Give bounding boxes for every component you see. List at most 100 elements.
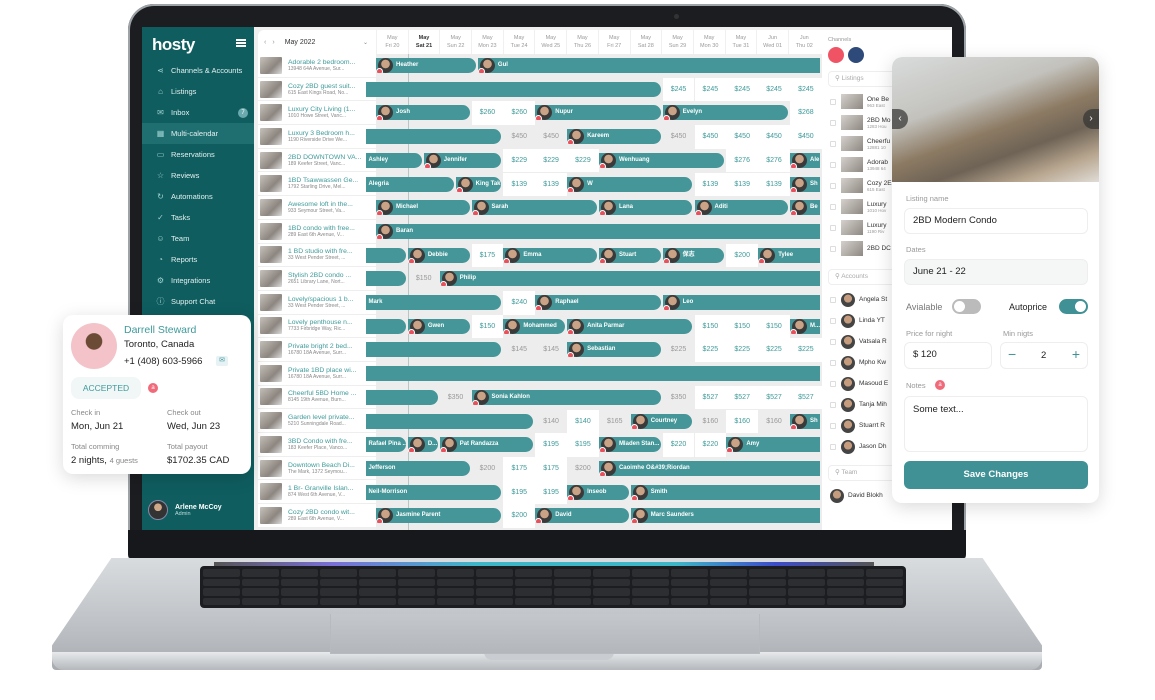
reservation-bar[interactable]: Jefferson bbox=[366, 460, 470, 476]
price-cell[interactable]: $139 bbox=[503, 172, 536, 197]
listing-row[interactable]: Garden level private... 5210 Sunningdale … bbox=[258, 409, 376, 433]
dates-input[interactable]: June 21 - 22 bbox=[904, 259, 1088, 285]
price-cell[interactable]: $140 bbox=[567, 409, 599, 434]
minus-icon[interactable]: − bbox=[1008, 346, 1016, 362]
sidebar-item-tasks[interactable]: ✓ Tasks bbox=[142, 207, 254, 228]
price-cell[interactable]: $160 bbox=[695, 410, 727, 434]
next-photo-icon[interactable]: › bbox=[1083, 109, 1099, 129]
price-cell[interactable]: $527 bbox=[726, 385, 759, 410]
date-column-header[interactable]: May Wed 25 bbox=[534, 30, 566, 54]
price-cell[interactable]: $150 bbox=[408, 267, 440, 291]
listing-row[interactable]: Adorable 2 bedroom... 13948 64A Avenue, S… bbox=[258, 54, 376, 78]
listing-row[interactable]: Cozy 2BD condo wit... 289 East 6th Avenue… bbox=[258, 504, 376, 528]
price-cell[interactable]: $160 bbox=[758, 410, 790, 434]
listing-row[interactable]: 3BD Condo with fre... 183 Keefer Place, V… bbox=[258, 433, 376, 457]
price-cell[interactable]: $139 bbox=[694, 172, 727, 197]
price-cell[interactable]: $200 bbox=[567, 457, 599, 481]
checkbox[interactable] bbox=[830, 380, 836, 387]
date-column-header[interactable]: Jun Wed 01 bbox=[756, 30, 788, 54]
reservation-bar[interactable]: Philip bbox=[439, 271, 820, 287]
listing-row[interactable]: Lovely/spacious 1 b... 33 West Pender Str… bbox=[258, 290, 376, 315]
date-column-header[interactable]: May Mon 23 bbox=[471, 30, 503, 54]
available-toggle[interactable] bbox=[952, 299, 981, 314]
listing-row[interactable]: Luxury 3 Bedroom h... 1190 Riverside Driv… bbox=[258, 125, 376, 149]
price-cell[interactable]: $260 bbox=[503, 101, 536, 126]
reservation-bar[interactable]: M... bbox=[790, 318, 820, 334]
reservation-bar[interactable]: Josh bbox=[376, 105, 470, 121]
price-cell[interactable]: $245 bbox=[694, 77, 727, 102]
reservation-bar[interactable]: Wenhuang bbox=[598, 152, 725, 168]
menu-icon[interactable] bbox=[236, 39, 246, 47]
reservation-bar[interactable] bbox=[366, 129, 502, 145]
sidebar-item-automations[interactable]: ↻ Automations bbox=[142, 186, 254, 207]
date-column-header[interactable]: May Fri 20 bbox=[376, 30, 408, 54]
price-cell[interactable]: $245 bbox=[726, 77, 759, 102]
price-cell[interactable]: $140 bbox=[535, 410, 567, 434]
price-cell[interactable]: $139 bbox=[726, 172, 759, 197]
reservation-bar[interactable] bbox=[366, 366, 820, 382]
price-cell[interactable]: $195 bbox=[503, 480, 536, 505]
price-cell[interactable]: $200 bbox=[503, 504, 536, 528]
listing-row[interactable]: Downtown Beach Di... The Mark, 1372 Seymo… bbox=[258, 456, 376, 481]
price-cell[interactable]: $240 bbox=[503, 291, 536, 315]
checkbox[interactable] bbox=[830, 161, 836, 168]
reservation-bar[interactable]: Kareem bbox=[567, 129, 661, 145]
sidebar-item-inbox[interactable]: ✉ Inbox 7 bbox=[142, 102, 254, 123]
sidebar-item-integrations[interactable]: ⚙ Integrations bbox=[142, 270, 254, 291]
reservation-bar[interactable]: Sh bbox=[790, 176, 820, 192]
reservation-bar[interactable]: Leo bbox=[662, 295, 820, 310]
price-cell[interactable]: $225 bbox=[663, 338, 695, 362]
plus-icon[interactable]: + bbox=[1072, 346, 1080, 362]
sidebar-item-team[interactable]: ☺ Team bbox=[142, 228, 254, 249]
reservation-bar[interactable]: Be bbox=[790, 200, 820, 216]
checkbox[interactable] bbox=[830, 338, 836, 345]
price-cell[interactable]: $195 bbox=[535, 480, 567, 505]
price-cell[interactable]: $139 bbox=[758, 172, 790, 197]
reservation-bar[interactable] bbox=[366, 342, 502, 358]
price-cell[interactable]: $139 bbox=[535, 172, 567, 197]
sidebar-item-support-chat[interactable]: ⓘ Support Chat bbox=[142, 291, 254, 312]
listing-row[interactable]: 1 Br- Granville Islan... 874 West 6th Ave… bbox=[258, 480, 376, 505]
price-cell[interactable]: $150 bbox=[694, 314, 727, 339]
reservation-bar[interactable]: Rafael Pina ... bbox=[366, 437, 406, 453]
price-cell[interactable]: $276 bbox=[726, 148, 759, 173]
price-cell[interactable]: $450 bbox=[535, 125, 567, 149]
price-cell[interactable]: $527 bbox=[694, 385, 727, 410]
reservation-bar[interactable]: Gul bbox=[477, 58, 820, 73]
month-picker[interactable]: ‹ › May 2022 ⌄ bbox=[258, 30, 376, 54]
date-column-header[interactable]: May Fri 27 bbox=[597, 30, 630, 54]
reservation-bar[interactable]: Sarah bbox=[471, 200, 597, 216]
reservation-bar[interactable]: Ale bbox=[790, 152, 820, 168]
price-cell[interactable]: $225 bbox=[726, 338, 759, 363]
autoprice-toggle[interactable] bbox=[1059, 299, 1088, 314]
reservation-bar[interactable]: Inseob bbox=[567, 484, 629, 500]
price-cell[interactable]: $145 bbox=[503, 338, 535, 362]
checkbox[interactable] bbox=[830, 296, 836, 303]
price-cell[interactable]: $200 bbox=[472, 457, 504, 481]
reservation-bar[interactable]: Smith bbox=[630, 484, 820, 500]
sidebar-item-reports[interactable]: ◔ Reports bbox=[142, 249, 254, 270]
reservation-bar[interactable]: Sh bbox=[790, 413, 820, 429]
price-cell[interactable]: $175 bbox=[503, 456, 536, 481]
reservation-bar[interactable]: Neil-Morrison bbox=[366, 484, 502, 500]
listing-row[interactable]: Lovely penthouse n... 7733 Firbridge Way,… bbox=[258, 314, 376, 339]
price-cell[interactable]: $150 bbox=[471, 314, 504, 339]
reservation-bar[interactable]: Jasmine Parent bbox=[376, 508, 502, 524]
price-cell[interactable]: $160 bbox=[726, 409, 759, 434]
reservation-bar[interactable]: Pat Randazza bbox=[439, 437, 534, 453]
date-column-header[interactable]: May Mon 30 bbox=[692, 30, 725, 54]
chevron-down-icon[interactable]: ⌄ bbox=[363, 39, 368, 46]
date-column-header[interactable]: Jun Thu 02 bbox=[787, 30, 820, 54]
booking-channel-icon[interactable] bbox=[848, 47, 864, 63]
user-profile[interactable]: Arlene McCoy Admin bbox=[148, 500, 222, 520]
next-month-icon[interactable]: › bbox=[272, 39, 274, 46]
checkbox[interactable] bbox=[830, 401, 836, 408]
reservation-bar[interactable]: Mohammed bbox=[503, 318, 566, 334]
price-cell[interactable]: $150 bbox=[726, 314, 759, 339]
checkbox[interactable] bbox=[830, 443, 836, 450]
sidebar-item-multi-calendar[interactable]: ▦ Multi-calendar bbox=[142, 123, 254, 144]
listing-row[interactable]: 1 BD studio with fre... 33 West Pender St… bbox=[258, 243, 376, 268]
price-cell[interactable]: $450 bbox=[663, 125, 695, 149]
checkbox[interactable] bbox=[830, 98, 836, 105]
price-cell[interactable]: $245 bbox=[790, 77, 822, 102]
